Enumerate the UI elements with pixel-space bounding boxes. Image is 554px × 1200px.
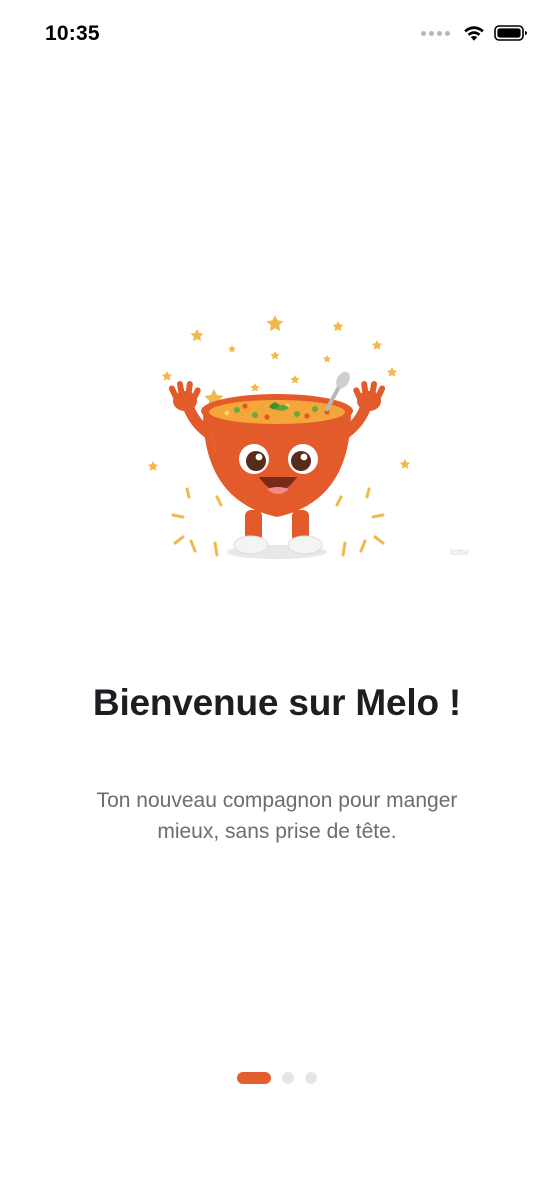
- page-dot-1[interactable]: [237, 1072, 271, 1084]
- soup-bowl-mascot-icon: [147, 315, 411, 559]
- battery-icon: [494, 25, 527, 41]
- page-indicator[interactable]: [0, 1072, 554, 1084]
- status-time: 10:35: [45, 22, 100, 45]
- lottie-watermark: lottie: [450, 547, 470, 557]
- page-dot-2[interactable]: [282, 1072, 294, 1084]
- onboarding-subtitle: Ton nouveau compagnon pour manger mieux,…: [96, 789, 458, 843]
- onboarding-title: Bienvenue sur Melo !: [92, 682, 462, 723]
- page-dot-3[interactable]: [305, 1072, 317, 1084]
- status-bar: 10:35: [0, 0, 554, 70]
- signal-icon: [421, 30, 450, 36]
- wifi-icon: [464, 26, 484, 41]
- status-icons: [421, 24, 528, 42]
